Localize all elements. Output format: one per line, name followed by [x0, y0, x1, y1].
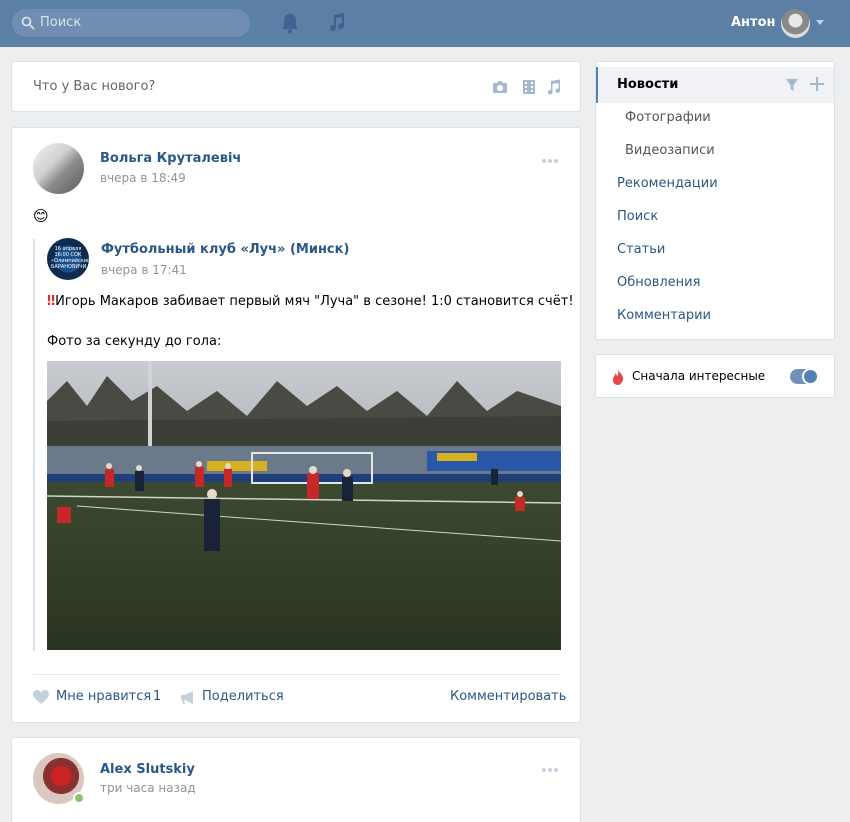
- menu-item-updates[interactable]: Обновления: [617, 275, 700, 290]
- avatar[interactable]: [781, 9, 810, 38]
- avatar[interactable]: 16 апреля 16:00 СОК «Олимпийский» БАРАНО…: [47, 238, 89, 280]
- repost-text-line-2: Фото за секунду до гола:: [47, 334, 222, 349]
- post-photo[interactable]: [47, 361, 561, 650]
- post-author[interactable]: Alex Slutskiy: [100, 762, 195, 777]
- avatar[interactable]: [33, 143, 84, 194]
- user-name[interactable]: Антон: [731, 15, 776, 30]
- post-text: 😊: [33, 207, 49, 225]
- post-author[interactable]: Вольга Круталевіч: [100, 151, 241, 166]
- smart-feed-panel: Сначала интересные: [595, 354, 835, 398]
- plus-icon[interactable]: [810, 77, 824, 91]
- menu-item-news[interactable]: Новости: [617, 77, 678, 92]
- post-composer[interactable]: Что у Вас нового?: [11, 61, 581, 112]
- menu-item-search[interactable]: Поиск: [617, 209, 658, 224]
- camera-icon[interactable]: [491, 79, 509, 95]
- more-options-icon[interactable]: [541, 158, 559, 164]
- flame-icon: [613, 369, 624, 385]
- menu-item-articles[interactable]: Статьи: [617, 242, 665, 257]
- like-count[interactable]: 1: [153, 689, 161, 704]
- menu-item-comments[interactable]: Комментарии: [617, 308, 711, 323]
- search-input[interactable]: Поиск: [12, 9, 250, 37]
- share-button[interactable]: Поделиться: [202, 689, 284, 704]
- toggle-knob: [802, 368, 819, 385]
- menu-item-photos[interactable]: Фотографии: [625, 110, 711, 125]
- repost-text: Игорь Макаров забивает первый мяч "Луча"…: [55, 294, 574, 309]
- smart-feed-label: Сначала интересные: [632, 369, 766, 383]
- repost-time[interactable]: вчера в 17:41: [101, 263, 187, 277]
- feed-menu: Новости Фотографии Видеозаписи Рекоменда…: [595, 61, 835, 340]
- post-card: Вольга Круталевіч вчера в 18:49 😊 16 апр…: [11, 127, 581, 723]
- like-button[interactable]: Мне нравится: [56, 689, 151, 704]
- comment-button[interactable]: Комментировать: [450, 689, 566, 704]
- chevron-down-icon[interactable]: [816, 20, 824, 25]
- post-card: Alex Slutskiy три часа назад: [11, 737, 581, 822]
- composer-input[interactable]: Что у Вас нового?: [33, 79, 155, 94]
- post-time[interactable]: три часа назад: [100, 781, 196, 795]
- bell-icon[interactable]: [280, 12, 300, 34]
- top-header: Поиск Антон: [0, 0, 850, 47]
- repost-divider: [33, 239, 35, 651]
- online-indicator: [73, 792, 85, 804]
- double-exclamation-icon: ‼: [47, 294, 56, 309]
- music-icon[interactable]: [326, 11, 348, 33]
- menu-item-videos[interactable]: Видеозаписи: [625, 143, 715, 158]
- filter-icon[interactable]: [785, 78, 799, 92]
- actions-divider: [33, 674, 561, 675]
- smart-feed-toggle[interactable]: [790, 368, 819, 385]
- music-icon[interactable]: [545, 79, 563, 95]
- avatar-caption: 16 апреля 16:00 СОК «Олимпийский» БАРАНО…: [51, 246, 89, 270]
- repost-text-line: ‼Игорь Макаров забивает первый мяч "Луча…: [47, 294, 574, 309]
- post-time[interactable]: вчера в 18:49: [100, 171, 186, 185]
- megaphone-icon[interactable]: [180, 690, 196, 705]
- video-icon[interactable]: [520, 79, 538, 95]
- search-placeholder: Поиск: [40, 15, 82, 30]
- menu-item-recommendations[interactable]: Рекомендации: [617, 176, 718, 191]
- heart-icon[interactable]: [33, 690, 49, 705]
- more-options-icon[interactable]: [541, 767, 559, 773]
- search-icon: [21, 16, 35, 30]
- repost-author[interactable]: Футбольный клуб «Луч» (Минск): [101, 242, 349, 257]
